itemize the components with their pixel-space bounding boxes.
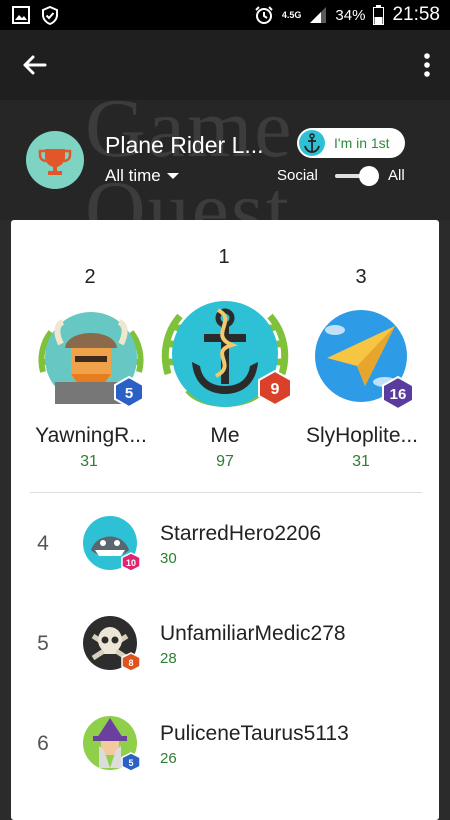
level-badge-3: 16 xyxy=(382,376,414,410)
level-text-1: 9 xyxy=(271,381,280,398)
background-watermark: Game Quest xyxy=(85,100,294,220)
all-label: All xyxy=(388,167,405,184)
player-score: 30 xyxy=(160,550,177,567)
level-badge: 10 xyxy=(121,552,141,572)
app-bar xyxy=(0,30,450,100)
social-label: Social xyxy=(277,167,318,184)
podium-name-3[interactable]: SlyHoplite... xyxy=(297,424,427,448)
level-text-2: 5 xyxy=(125,385,133,402)
level-text: 10 xyxy=(126,558,136,568)
row-rank: 6 xyxy=(37,732,49,755)
leaderboard-header: Game Quest Plane Rider L... All time I'm … xyxy=(0,100,450,220)
podium-score-2: 31 xyxy=(80,453,98,470)
player-name: UnfamiliarMedic278 xyxy=(160,622,346,645)
leaderboard-title: Plane Rider L... xyxy=(105,132,264,158)
my-rank-chip[interactable]: I'm in 1st xyxy=(297,128,405,158)
caret-down-icon xyxy=(166,173,179,179)
chip-avatar xyxy=(299,130,325,156)
anchor-icon xyxy=(304,133,320,153)
leaderboard-icon xyxy=(26,131,84,189)
player-name: PuliceneTaurus5113 xyxy=(160,722,349,745)
level-badge-1: 9 xyxy=(258,370,292,406)
level-text: 5 xyxy=(128,758,133,768)
player-score: 26 xyxy=(160,750,177,767)
level-badge: 8 xyxy=(121,652,141,672)
time-filter-dropdown[interactable]: All time xyxy=(105,166,179,186)
shield-check-icon xyxy=(42,6,58,25)
podium-name-2[interactable]: YawningR... xyxy=(21,424,161,448)
level-badge-2: 5 xyxy=(114,376,144,408)
alarm-icon xyxy=(255,6,273,24)
signal-icon xyxy=(310,7,327,23)
trophy-icon xyxy=(38,149,72,175)
back-arrow-icon[interactable] xyxy=(20,50,50,80)
switch-thumb xyxy=(359,166,379,186)
player-score: 28 xyxy=(160,650,177,667)
time-filter-label: All time xyxy=(105,166,161,185)
gallery-notification-icon xyxy=(12,6,30,24)
level-text-3: 16 xyxy=(390,386,407,403)
more-vert-icon[interactable] xyxy=(422,52,432,78)
network-type: 4.5G xyxy=(281,9,302,20)
status-bar: 4.5G 34% 21:58 xyxy=(0,0,450,30)
podium-rank-2: 2 xyxy=(84,266,96,288)
social-all-switch[interactable] xyxy=(335,166,379,186)
battery-percent: 34% xyxy=(335,6,366,24)
level-text: 8 xyxy=(128,658,133,668)
podium-score-1: 97 xyxy=(216,453,234,470)
row-rank: 5 xyxy=(37,632,49,655)
podium-rank-3: 3 xyxy=(355,266,367,288)
podium-score-3: 31 xyxy=(352,453,370,470)
player-name: StarredHero2206 xyxy=(160,522,322,545)
podium-name-1[interactable]: Me xyxy=(185,424,265,448)
row-rank: 4 xyxy=(37,532,49,555)
podium-divider xyxy=(30,492,422,493)
battery-icon xyxy=(373,5,385,25)
clock: 21:58 xyxy=(392,4,440,25)
podium-rank-1: 1 xyxy=(218,246,230,268)
my-rank-label: I'm in 1st xyxy=(334,135,390,151)
leaderboard-card: 2 5 YawningR... 31 1 9 Me 97 3 16 SlyHop… xyxy=(11,220,439,820)
level-badge: 5 xyxy=(121,752,141,772)
